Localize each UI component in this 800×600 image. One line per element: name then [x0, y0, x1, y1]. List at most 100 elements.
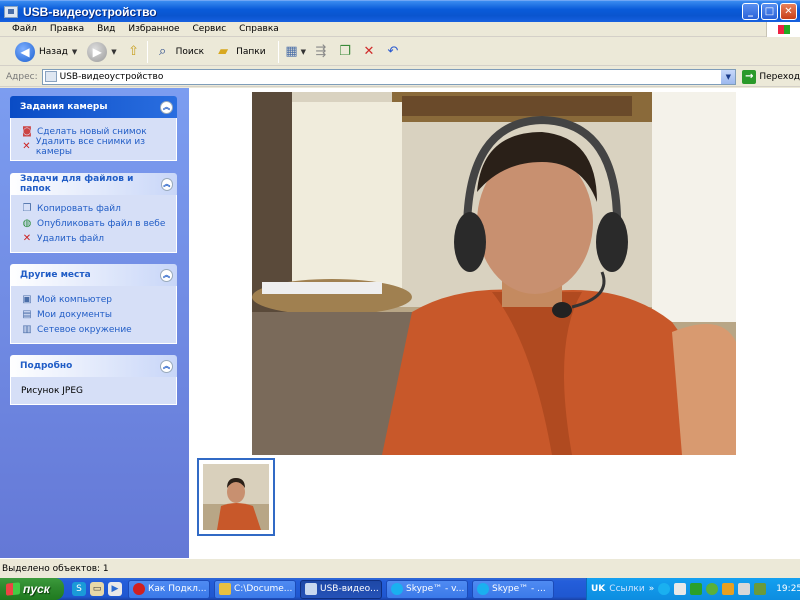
antivirus-tray-icon[interactable] — [722, 583, 735, 595]
camera-preview-image — [252, 92, 736, 455]
publish-file-link[interactable]: ◍ Опубликовать файл в вебе — [21, 216, 170, 231]
publish-file-label: Опубликовать файл в вебе — [37, 218, 166, 229]
camera-tasks-panel: Задания камеры ︽ ◙ Сделать новый снимок … — [10, 96, 177, 161]
address-label: Адрес: — [6, 71, 38, 82]
details-panel: Подробно ︽ Рисунок JPEG — [10, 355, 177, 405]
delete-icon[interactable]: ✕ — [360, 43, 378, 61]
taskbar-btn-label: Skype™ - ... — [492, 584, 546, 594]
thumbnail-photo-graphic — [203, 464, 269, 530]
my-computer-link[interactable]: ▣ Мой компьютер — [21, 292, 170, 307]
quick-launch: S ▭ ▶ — [72, 582, 122, 596]
collapse-icon[interactable]: ︽ — [160, 100, 173, 114]
address-input[interactable]: USB-видеоустройство ▼ — [41, 68, 737, 85]
thumbnail-image — [203, 464, 269, 530]
menu-help[interactable]: Справка — [239, 24, 279, 34]
menu-file[interactable]: Файл — [12, 24, 37, 34]
collapse-icon[interactable]: ︽ — [160, 268, 173, 282]
views-icon[interactable]: ▦ — [283, 43, 301, 61]
status-text: Выделено объектов: 1 — [2, 563, 109, 574]
title-bar[interactable]: USB-видеоустройство _ □ ✕ — [0, 0, 800, 22]
delete-all-pictures-link[interactable]: ✕ Удалить все снимки из камеры — [21, 136, 170, 157]
clock[interactable]: 19:25 — [776, 584, 800, 594]
windows-flag-icon — [6, 582, 20, 596]
my-documents-link[interactable]: ▤ Мои документы — [21, 307, 170, 322]
file-type-text: Рисунок JPEG — [21, 385, 83, 396]
other-places-panel: Другие места ︽ ▣ Мой компьютер ▤ Мои док… — [10, 264, 177, 344]
menu-edit[interactable]: Правка — [50, 24, 84, 34]
taskbar-skype-1[interactable]: Skype™ - v... — [386, 579, 468, 599]
media-player-icon[interactable]: ▶ — [108, 582, 122, 596]
delete-file-label: Удалить файл — [37, 233, 105, 244]
menu-tools[interactable]: Сервис — [193, 24, 227, 34]
links-chevron-icon[interactable]: » — [649, 584, 655, 594]
safely-remove-tray-icon[interactable] — [754, 583, 767, 595]
torrent-tray-icon[interactable] — [706, 583, 719, 595]
toolbar-separator — [146, 40, 148, 63]
language-indicator[interactable]: UK — [591, 584, 605, 594]
content-area — [189, 88, 800, 558]
network-icon: ▥ — [22, 324, 32, 335]
other-places-title: Другие места — [20, 270, 91, 280]
delete-icon: ✕ — [22, 233, 32, 244]
other-places-body: ▣ Мой компьютер ▤ Мои документы ▥ Сетево… — [10, 286, 177, 344]
camera-tasks-header[interactable]: Задания камеры ︽ — [10, 96, 177, 118]
copy-file-link[interactable]: ❐ Копировать файл — [21, 201, 170, 216]
minimize-button[interactable]: _ — [742, 3, 759, 20]
taskbar-skype-2[interactable]: Skype™ - ... — [472, 579, 554, 599]
move-to-icon[interactable]: ⇶ — [312, 43, 330, 61]
close-button[interactable]: ✕ — [780, 3, 797, 20]
my-computer-label: Мой компьютер — [37, 294, 112, 305]
go-button[interactable]: → Переход — [742, 69, 800, 84]
collapse-icon[interactable]: ︽ — [160, 359, 173, 373]
file-tasks-panel: Задачи для файлов и папок ︽ ❐ Копировать… — [10, 173, 177, 253]
copy-file-icon: ❐ — [22, 203, 32, 214]
folders-label: Папки — [236, 46, 266, 57]
menu-view[interactable]: Вид — [97, 24, 115, 34]
collapse-icon[interactable]: ︽ — [160, 177, 173, 191]
taskbar-btn-label: Skype™ - v... — [406, 584, 465, 594]
search-button[interactable]: ⌕ Поиск — [152, 40, 207, 64]
undo-icon[interactable]: ↶ — [384, 43, 402, 61]
status-bar: Выделено объектов: 1 — [0, 558, 800, 578]
thumbnail-item[interactable] — [197, 458, 275, 536]
taskbar-opera[interactable]: Как Подкл... — [128, 579, 210, 599]
menu-favorites[interactable]: Избранное — [128, 24, 179, 34]
file-tasks-header[interactable]: Задачи для файлов и папок ︽ — [10, 173, 177, 195]
forward-button[interactable]: ▶ ▼ — [85, 40, 118, 64]
shield-tray-icon[interactable] — [690, 583, 703, 595]
up-folder-icon[interactable]: ⇧ — [125, 43, 143, 61]
camera-tasks-body: ◙ Сделать новый снимок ✕ Удалить все сни… — [10, 118, 177, 161]
links-toolbar[interactable]: Ссылки — [609, 584, 644, 594]
camera-tasks-title: Задания камеры — [20, 102, 108, 112]
taskbar-usb-video[interactable]: USB-видео... — [300, 579, 382, 599]
skype-tray-icon[interactable] — [658, 583, 671, 595]
computer-icon: ▣ — [22, 294, 32, 305]
skype-icon[interactable]: S — [72, 582, 86, 596]
views-dropdown-icon[interactable]: ▼ — [301, 48, 306, 56]
maximize-button[interactable]: □ — [761, 3, 778, 20]
other-places-header[interactable]: Другие места ︽ — [10, 264, 177, 286]
system-tray: UK Ссылки » 19:25 — [586, 578, 800, 600]
network-places-link[interactable]: ▥ Сетевое окружение — [21, 322, 170, 337]
taskbar-btn-label: USB-видео... — [320, 584, 379, 594]
network-tray-icon[interactable] — [674, 583, 687, 595]
back-dropdown-icon[interactable]: ▼ — [72, 48, 77, 56]
forward-dropdown-icon[interactable]: ▼ — [111, 48, 116, 56]
search-label: Поиск — [175, 46, 205, 57]
taskbar-folder[interactable]: C:\Docume... — [214, 579, 296, 599]
camera-icon — [44, 71, 57, 82]
back-arrow-icon: ◀ — [15, 41, 35, 62]
opera-icon — [133, 583, 145, 595]
documents-icon: ▤ — [22, 309, 32, 320]
volume-tray-icon[interactable] — [738, 583, 751, 595]
delete-all-label: Удалить все снимки из камеры — [35, 136, 146, 157]
start-button[interactable]: пуск — [0, 578, 64, 600]
address-dropdown-icon[interactable]: ▼ — [721, 69, 736, 84]
show-desktop-icon[interactable]: ▭ — [90, 582, 104, 596]
back-button[interactable]: ◀ Назад ▼ — [13, 40, 79, 64]
folders-button[interactable]: ▰ Папки — [212, 40, 267, 64]
delete-file-link[interactable]: ✕ Удалить файл — [21, 231, 170, 246]
start-label: пуск — [23, 582, 50, 596]
copy-to-icon[interactable]: ❐ — [336, 43, 354, 61]
details-header[interactable]: Подробно ︽ — [10, 355, 177, 377]
